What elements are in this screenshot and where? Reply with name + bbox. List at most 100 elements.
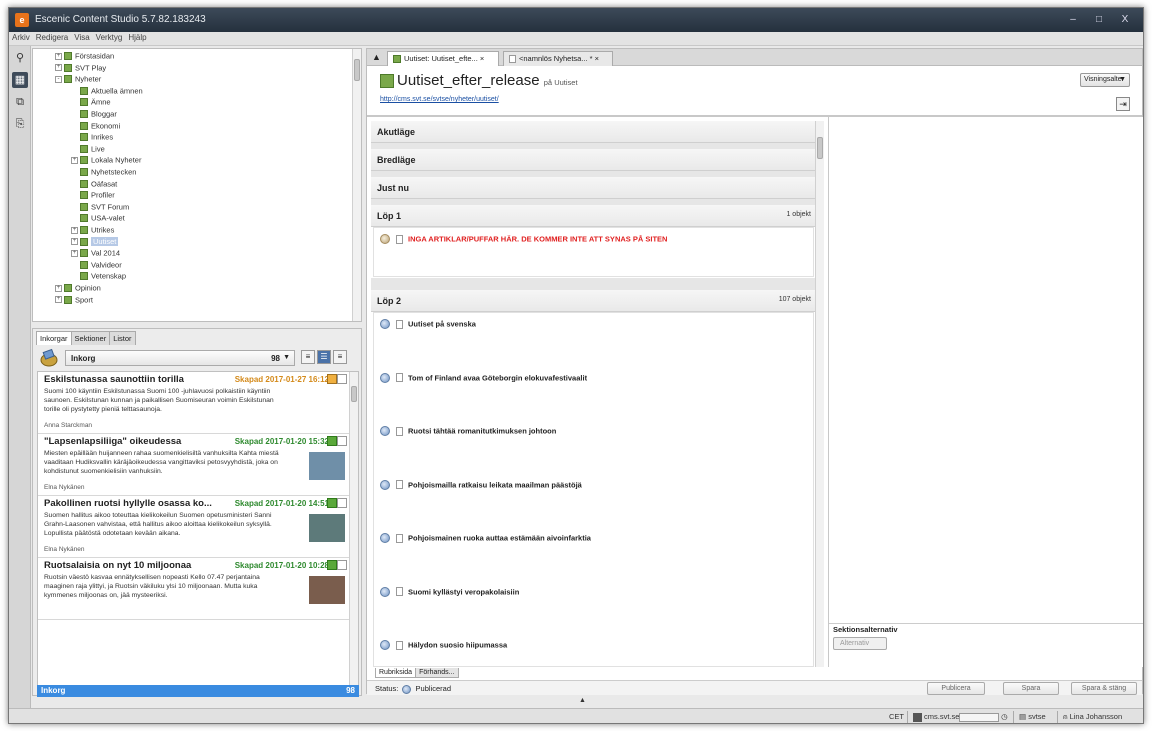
publish-button[interactable]: Publicera <box>927 682 985 695</box>
menu-visa[interactable]: Visa <box>71 32 92 43</box>
tree-item[interactable]: Profiler <box>71 190 115 202</box>
server[interactable]: cms.svt.se <box>913 712 959 722</box>
lane-article[interactable]: Pohjoismailla ratkaisu leikata maailman … <box>380 479 582 494</box>
tree-item[interactable]: + Utrikes <box>71 225 114 237</box>
tab-forhands[interactable]: Förhands... <box>415 668 459 678</box>
tree-item[interactable]: Aktuella ämnen <box>71 86 143 98</box>
tab-sektioner[interactable]: Sektioner <box>70 331 111 345</box>
expand-icon[interactable]: + <box>55 52 62 60</box>
list-view-compact-icon[interactable]: ≡ <box>301 350 315 364</box>
lane-article[interactable]: Tom of Finland avaa Göteborgin elokuvafe… <box>380 372 587 387</box>
views-dropdown[interactable]: Visningsalter ▼ <box>1080 73 1130 87</box>
card-checkbox[interactable] <box>337 436 347 446</box>
clipboard-icon[interactable]: ⎘ <box>12 116 28 132</box>
tree-item[interactable]: Ämne <box>71 97 111 109</box>
collapse-icon[interactable]: - <box>55 75 62 83</box>
lane-article[interactable]: Pohjoismainen ruoka auttaa estämään aivo… <box>380 533 591 547</box>
tree-item[interactable]: - Nyheter <box>55 74 101 86</box>
pin-icon[interactable]: ▲ <box>372 52 382 63</box>
lane-lop-1[interactable]: Löp 1 1 objekt <box>371 205 816 227</box>
expand-icon[interactable]: + <box>71 156 78 164</box>
save-button[interactable]: Spara <box>1003 682 1059 695</box>
tree-item[interactable]: + Opinion <box>55 283 101 295</box>
lane-article[interactable]: INGA ARTIKLAR/PUFFAR HÄR. DE KOMMER INTE… <box>380 234 667 248</box>
maximize-button[interactable]: □ <box>1087 12 1111 28</box>
tree-item[interactable]: Oäfasat <box>71 179 117 191</box>
card-checkbox[interactable] <box>337 560 347 570</box>
lane-article[interactable]: Hälydon suosio hiipumassa <box>380 640 507 654</box>
tab-unnamed-article[interactable]: <namnlös Nyhetsa... * × <box>503 51 613 66</box>
minimize-button[interactable]: – <box>1061 12 1085 28</box>
inbox-card[interactable]: "Lapsenlapsiliiga" oikeudessa Skapad 2017… <box>38 434 351 496</box>
tree-item[interactable]: + Uutiset <box>71 237 119 249</box>
expand-icon[interactable]: + <box>55 296 62 304</box>
tree-item[interactable]: Inrikes <box>71 132 113 144</box>
tree-item-label: Live <box>91 144 105 154</box>
inbox-footer[interactable]: Inkorg 98 <box>37 685 359 697</box>
list-view-plain-icon[interactable]: ≡ <box>333 350 347 364</box>
expand-icon[interactable]: + <box>55 284 62 292</box>
inbox-card[interactable]: Pakollinen ruotsi hyllylle osassa ko... S… <box>38 496 351 558</box>
lane-bredlage[interactable]: Bredläge <box>371 149 816 171</box>
lane-gap <box>371 278 824 290</box>
inbox-scroll-thumb[interactable] <box>351 386 357 402</box>
section-url-link[interactable]: http://cms.svt.se/svtse/nyheter/uutiset/ <box>380 96 499 103</box>
lane-just-nu[interactable]: Just nu <box>371 177 816 199</box>
lanes-scroll-thumb[interactable] <box>817 137 823 159</box>
lane-article[interactable]: Ruotsi tähtää romanitutkimuksen johtoon <box>380 426 556 440</box>
tree-item[interactable]: SVT Forum <box>71 202 129 214</box>
collapse-arrow-icon[interactable]: ▲ <box>579 697 586 704</box>
tree-item[interactable]: + Val 2014 <box>71 248 120 260</box>
list-view-detail-icon[interactable]: ☰ <box>317 350 331 364</box>
save-close-button[interactable]: Spara & stäng <box>1071 682 1137 695</box>
tree-item[interactable]: Vetenskap <box>71 271 126 283</box>
card-checkbox[interactable] <box>337 374 347 384</box>
lane-akutlage[interactable]: Akutläge <box>371 121 816 143</box>
tree-scrollbar[interactable] <box>352 49 361 321</box>
menu-redigera[interactable]: Redigera <box>33 32 71 43</box>
inbox-header: Inkorg 98 ▼ ≡ ☰ ≡ <box>37 347 359 369</box>
tab-listor[interactable]: Listor <box>109 331 136 345</box>
inbox-select[interactable]: Inkorg 98 ▼ <box>65 350 295 366</box>
card-checkbox[interactable] <box>337 498 347 508</box>
menu-hjalp[interactable]: Hjälp <box>125 32 149 43</box>
tree-item[interactable]: Nyhetstecken <box>71 167 136 179</box>
tree-item-label: Vetenskap <box>91 271 127 281</box>
tree-item[interactable]: + SVT Play <box>55 63 106 75</box>
status-value[interactable]: Publicerad <box>416 684 451 693</box>
tree-item[interactable]: Live <box>71 144 105 156</box>
expand-icon[interactable]: + <box>55 64 62 72</box>
publication[interactable]: ▤ svtse <box>1019 712 1046 721</box>
inbox-card[interactable]: Eskilstunassa saunottiin torilla Skapad 2… <box>38 372 351 434</box>
structure-icon[interactable]: ▦ <box>12 72 28 88</box>
expand-icon[interactable]: + <box>71 249 78 257</box>
expand-icon[interactable]: + <box>71 226 78 234</box>
menu-arkiv[interactable]: Arkiv <box>9 32 33 43</box>
user[interactable]: ⍝ Lina Johansson <box>1063 712 1122 722</box>
tab-uutiset-section[interactable]: Uutiset: Uutiset_efte... × <box>387 51 499 66</box>
tree-scroll-thumb[interactable] <box>354 59 360 81</box>
search-icon[interactable]: ⚲ <box>12 50 28 66</box>
exit-icon[interactable]: ⇥ <box>1116 97 1130 111</box>
lane-article[interactable]: Suomi kyllästyi veropakolaisiin <box>380 586 519 601</box>
inbox-scrollbar[interactable] <box>349 372 358 688</box>
tree-item[interactable]: USA-valet <box>71 213 125 225</box>
tree-item[interactable]: Bloggar <box>71 109 117 121</box>
expand-icon[interactable]: + <box>71 238 78 246</box>
tab-rubriksida[interactable]: Rubriksida <box>375 668 417 678</box>
menu-verktyg[interactable]: Verktyg <box>93 32 126 43</box>
documents-icon[interactable]: ⧉ <box>12 94 28 110</box>
tree-item[interactable]: + Lokala Nyheter <box>71 155 141 167</box>
inbox-card[interactable]: Ruotsalaisia on nyt 10 miljoonaa Skapad 2… <box>38 558 351 620</box>
tree-item[interactable]: Ekonomi <box>71 121 120 133</box>
tree-item-label: SVT Forum <box>91 202 130 212</box>
tree-item[interactable]: + Sport <box>55 295 93 307</box>
close-button[interactable]: X <box>1113 12 1137 28</box>
tree-item[interactable]: Valvideor <box>71 260 122 272</box>
alternative-button[interactable]: Alternativ <box>833 637 887 650</box>
tab-inkorgar[interactable]: Inkorgar <box>36 331 72 345</box>
tree-item[interactable]: + Förstasidan <box>55 51 114 63</box>
lane-article[interactable]: Uutiset på svenska <box>380 319 476 333</box>
lanes-scrollbar[interactable] <box>815 121 824 667</box>
lane-lop-2[interactable]: Löp 2 107 objekt <box>371 290 816 312</box>
